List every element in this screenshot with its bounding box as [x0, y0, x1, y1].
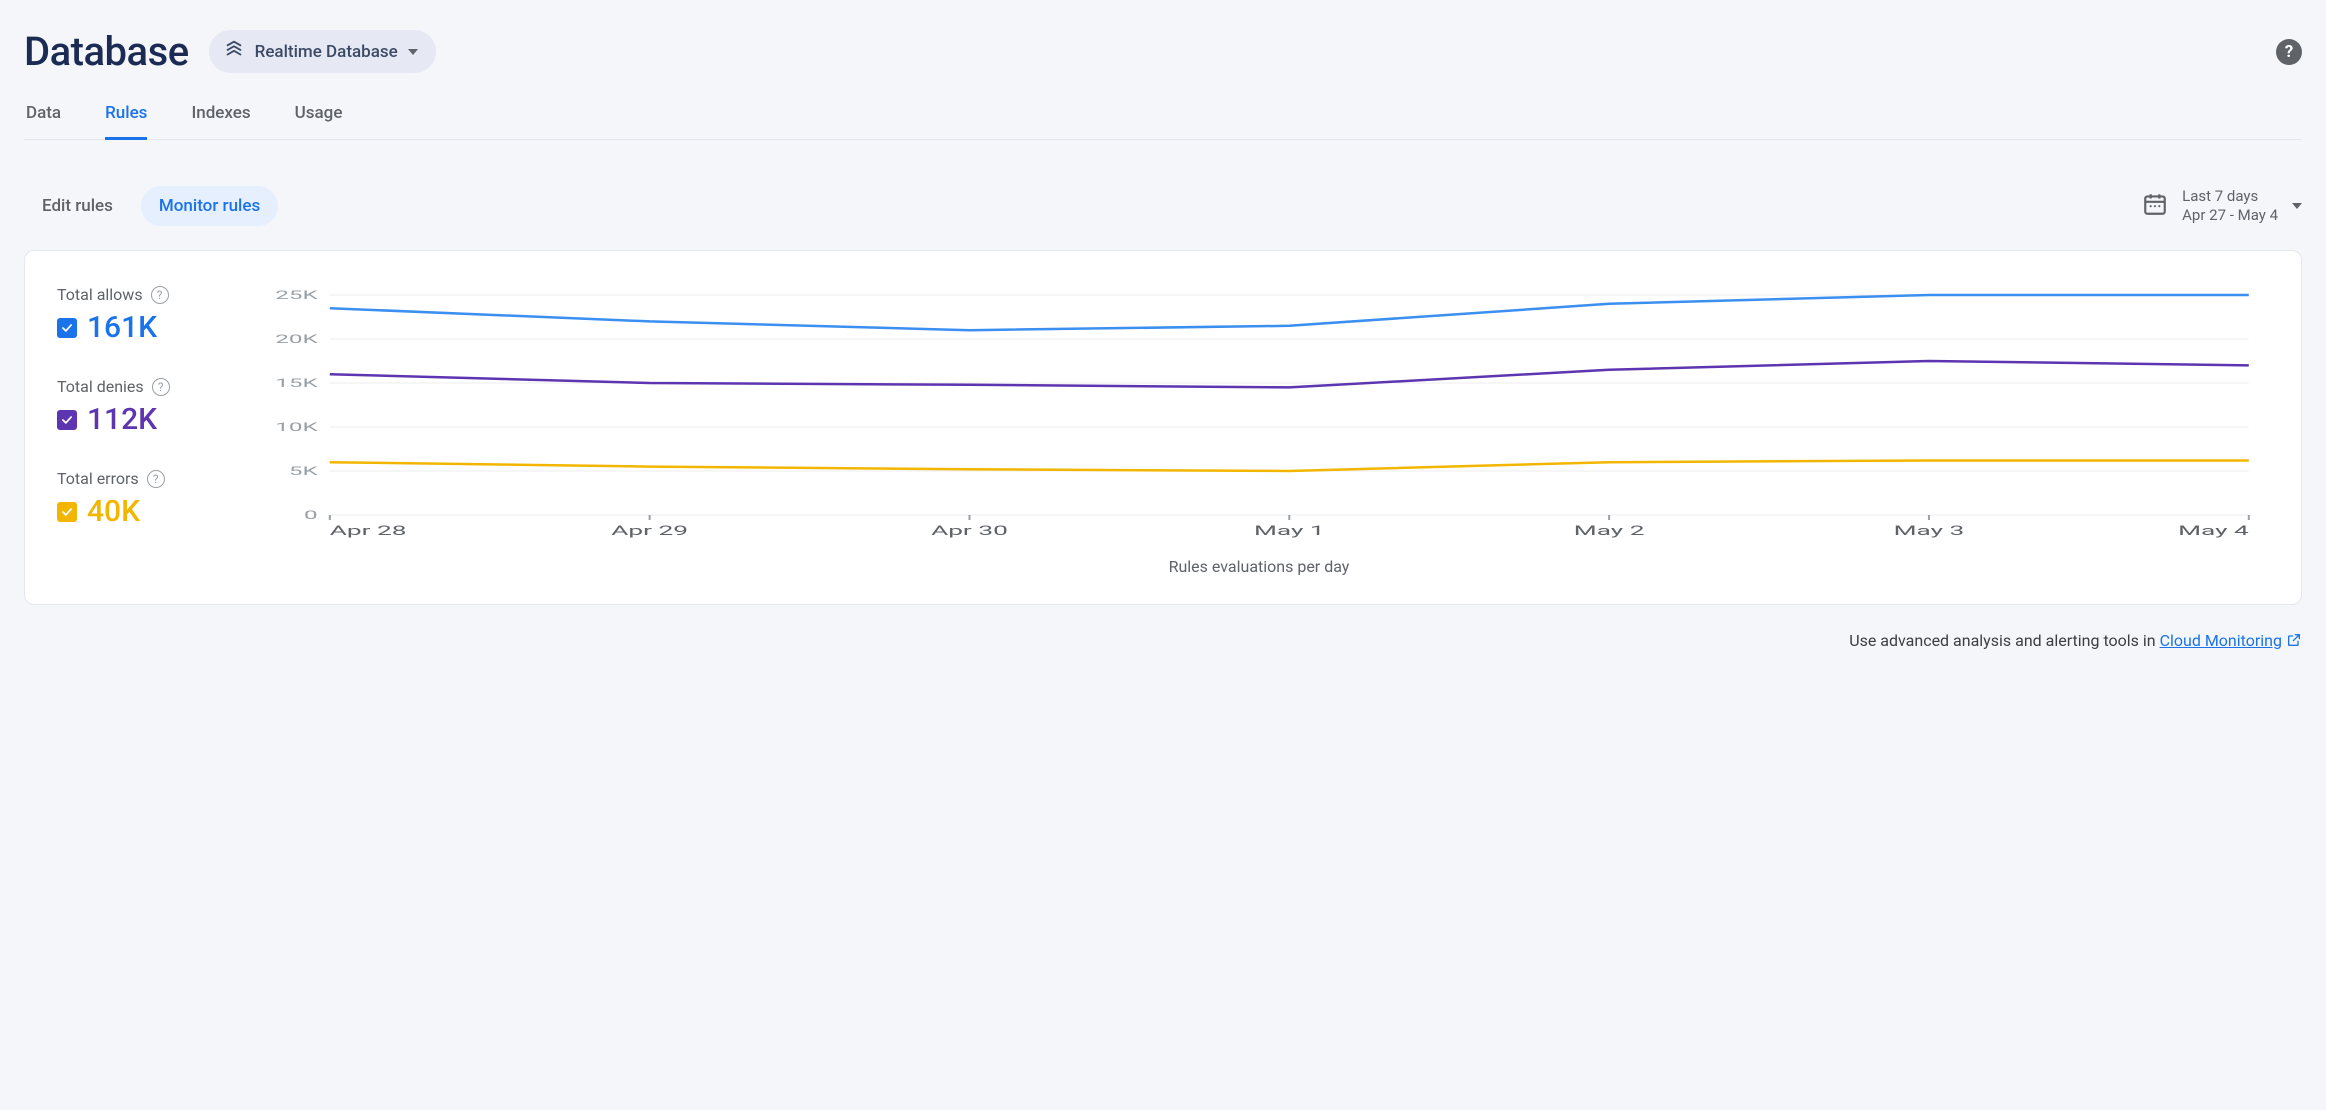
chart-x-axis-label: Rules evaluations per day	[249, 557, 2269, 576]
subtab-monitor-rules[interactable]: Monitor rules	[141, 186, 278, 226]
svg-text:Apr 29: Apr 29	[611, 524, 688, 539]
tab-indexes[interactable]: Indexes	[191, 103, 250, 140]
metric-toggle-checkbox[interactable]	[57, 410, 77, 430]
metric-label: Total denies?	[57, 377, 217, 396]
metric-total-denies: Total denies? 112K	[57, 377, 217, 437]
tab-usage[interactable]: Usage	[295, 103, 343, 140]
date-range-picker[interactable]: Last 7 days Apr 27 - May 4	[2142, 187, 2302, 226]
metric-toggle-checkbox[interactable]	[57, 318, 77, 338]
cloud-monitoring-footer: Use advanced analysis and alerting tools…	[24, 631, 2302, 652]
external-link-icon	[2286, 632, 2302, 652]
tab-rules[interactable]: Rules	[105, 103, 147, 140]
svg-text:10K: 10K	[275, 420, 317, 434]
svg-text:5K: 5K	[289, 464, 318, 478]
rules-subtabs: Edit rulesMonitor rules	[24, 186, 278, 226]
svg-text:May 4: May 4	[2178, 524, 2249, 539]
date-range-dates: Apr 27 - May 4	[2182, 206, 2278, 226]
metric-total-errors: Total errors? 40K	[57, 469, 217, 529]
svg-text:20K: 20K	[275, 332, 317, 346]
chart-container: 0 5K 10K 15K 20K 25K Apr 28 Apr 29 Apr 30 May 1 Ma…	[249, 285, 2269, 576]
database-type-selector[interactable]: Realtime Database	[209, 30, 436, 73]
svg-text:0: 0	[304, 508, 318, 522]
metric-label: Total errors?	[57, 469, 217, 488]
footer-text: Use advanced analysis and alerting tools…	[1849, 631, 2159, 650]
rules-evaluations-chart: 0 5K 10K 15K 20K 25K Apr 28 Apr 29 Apr 30 May 1 Ma…	[249, 285, 2269, 545]
help-tooltip-icon[interactable]: ?	[147, 470, 165, 488]
metric-toggle-checkbox[interactable]	[57, 502, 77, 522]
help-tooltip-icon[interactable]: ?	[151, 286, 169, 304]
subtab-edit-rules[interactable]: Edit rules	[24, 186, 131, 226]
metrics-legend: Total allows?161KTotal denies?112KTotal …	[57, 285, 217, 576]
chart-series-line	[330, 460, 2249, 471]
metric-value: 112K	[87, 402, 157, 437]
monitor-rules-card: Total allows?161KTotal denies?112KTotal …	[24, 250, 2302, 605]
svg-text:May 1: May 1	[1254, 524, 1325, 539]
help-icon[interactable]: ?	[2276, 39, 2302, 65]
metric-total-allows: Total allows? 161K	[57, 285, 217, 345]
database-type-label: Realtime Database	[255, 42, 398, 62]
calendar-icon	[2142, 191, 2168, 221]
metric-value: 161K	[87, 310, 157, 345]
metric-label: Total allows?	[57, 285, 217, 304]
metric-value: 40K	[87, 494, 140, 529]
main-tabs: Data Rules Indexes Usage	[24, 103, 2302, 140]
date-range-label: Last 7 days	[2182, 187, 2278, 207]
help-tooltip-icon[interactable]: ?	[152, 378, 170, 396]
chevron-down-icon	[2292, 203, 2302, 209]
chart-series-line	[330, 295, 2249, 330]
chevron-down-icon	[408, 49, 418, 55]
realtime-database-icon	[223, 38, 245, 65]
svg-text:May 3: May 3	[1894, 524, 1965, 539]
svg-text:15K: 15K	[275, 376, 317, 390]
tab-data[interactable]: Data	[26, 103, 61, 140]
svg-text:Apr 28: Apr 28	[330, 524, 407, 539]
svg-text:25K: 25K	[275, 288, 317, 302]
page-title: Database	[24, 28, 189, 75]
svg-text:Apr 30: Apr 30	[931, 524, 1008, 539]
cloud-monitoring-link[interactable]: Cloud Monitoring	[2160, 631, 2302, 650]
svg-text:May 2: May 2	[1574, 524, 1645, 539]
